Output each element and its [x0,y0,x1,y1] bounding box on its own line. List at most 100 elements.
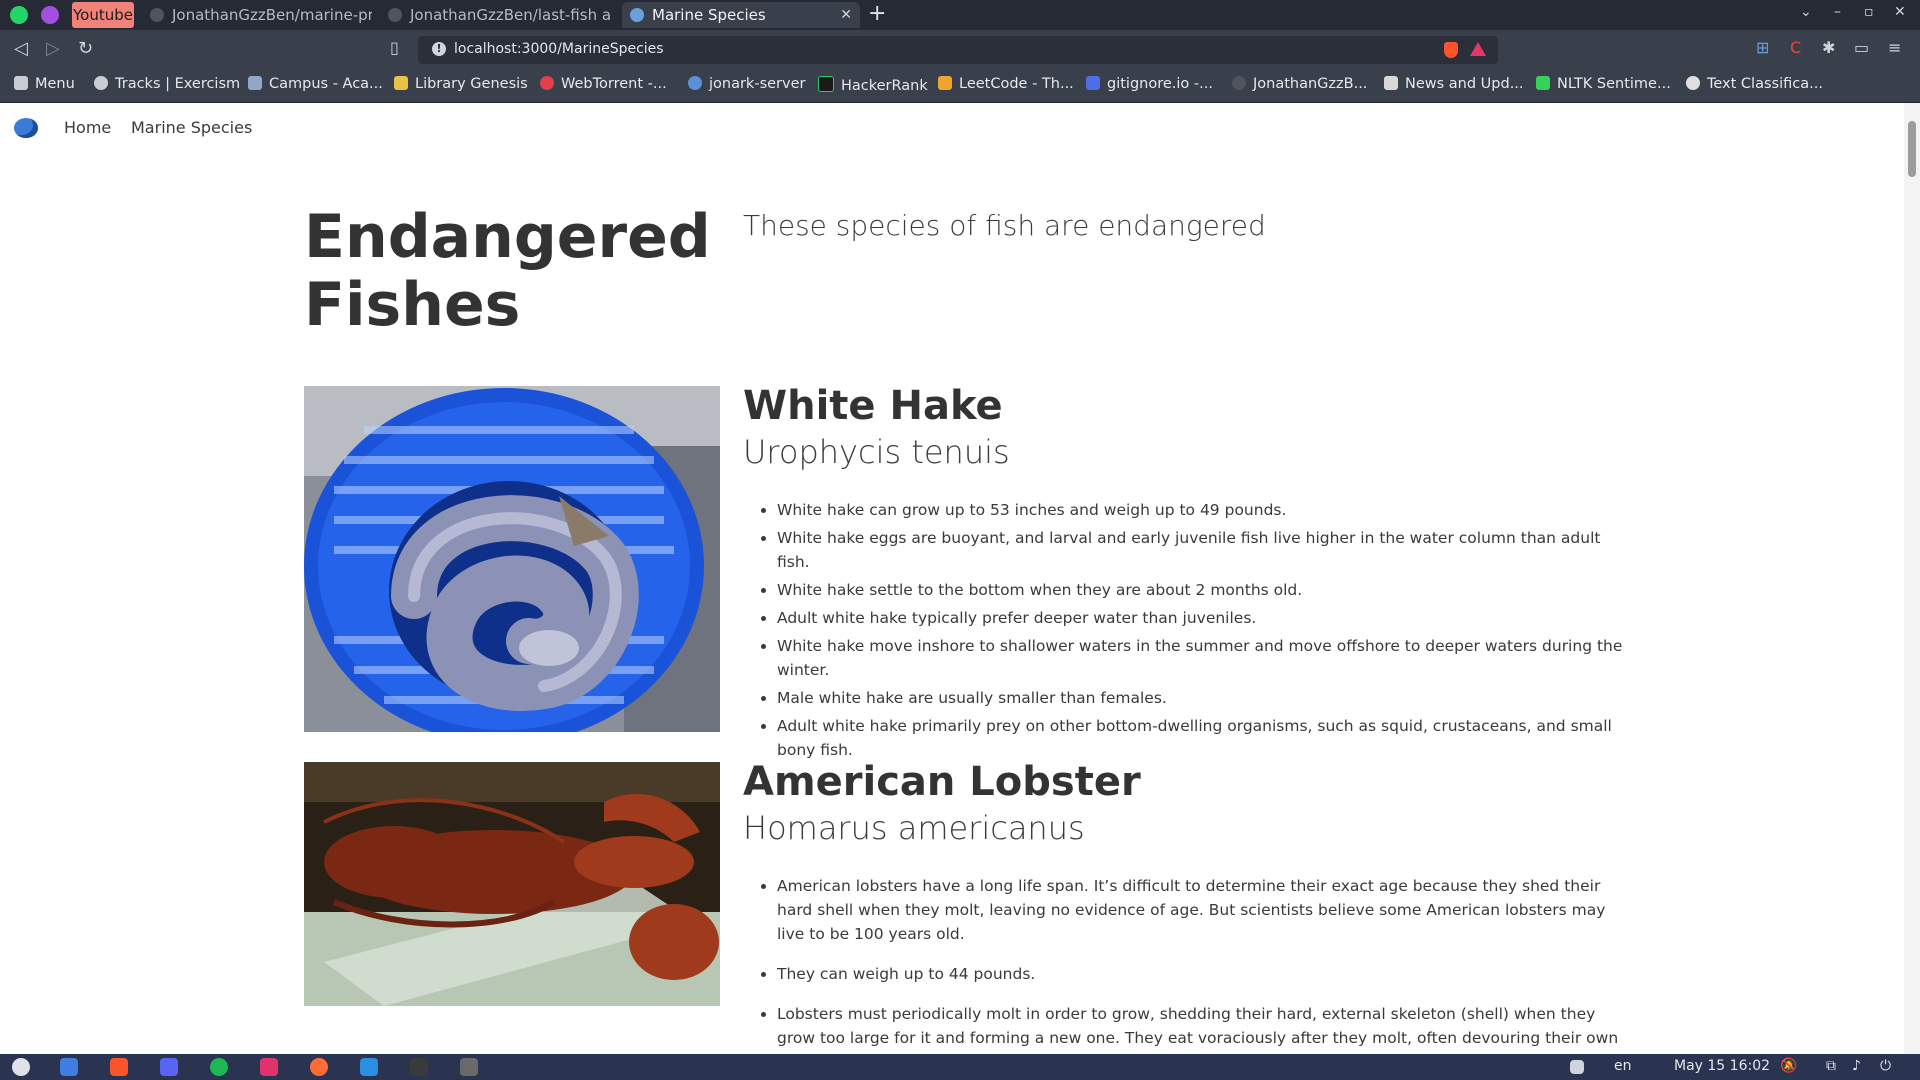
list-item: They can weigh up to 44 pounds. [777,962,1631,986]
page-content: Home Marine Species Endangered Fishes Th… [0,103,1904,1054]
url-text[interactable]: localhost:3000/MarineSpecies [454,41,664,57]
species-name: White Hake [743,383,1003,429]
bookmark-webtorrent[interactable]: WebTorrent -... [540,76,667,92]
list-item: White hake eggs are buoyant, and larval … [777,526,1631,574]
menu-icon[interactable]: ≡ [1888,38,1901,57]
files-icon[interactable] [60,1058,78,1076]
wallet-icon[interactable]: ▭ [1854,38,1869,57]
list-item: Adult white hake typically prefer deeper… [777,606,1631,630]
github-icon [1232,76,1246,90]
bookmark-label: JonathanGzzB... [1253,76,1368,92]
clock[interactable]: May 15 16:02 [1674,1058,1770,1074]
spotify-icon[interactable] [210,1058,228,1076]
close-tab-icon[interactable]: ✕ [840,2,852,28]
bookmark-text-classification[interactable]: Text Classifica... [1686,76,1823,92]
bookmarks-bar: Menu Tracks | Exercism Campus - Aca... L… [0,70,1920,103]
list-item: Male white hake are usually smaller than… [777,686,1631,710]
discord-icon[interactable] [160,1058,178,1076]
white-hake-image [304,386,720,732]
exercism-icon [94,76,108,90]
notifications-off-icon[interactable]: 🔕 [1780,1058,1797,1074]
forward-icon[interactable]: ▷ [46,38,60,59]
reload-icon[interactable]: ↻ [78,38,93,59]
close-window-button[interactable]: ✕ [1894,4,1906,20]
brave-shield-icon[interactable] [1444,42,1458,58]
brave-browser-icon[interactable] [110,1058,128,1076]
address-bar[interactable]: ! localhost:3000/MarineSpecies [418,36,1498,64]
site-info-icon[interactable]: ! [432,42,446,56]
rewards-icon[interactable] [1470,42,1486,56]
new-tab-button[interactable]: + [868,0,886,28]
bookmark-label: WebTorrent -... [561,76,667,92]
species-scientific-name: Urophycis tenuis [743,433,1010,471]
game-icon[interactable] [460,1058,478,1076]
bookmark-jonark-server[interactable]: jonark-server [688,76,805,92]
gitignore-icon [1086,76,1100,90]
leetcode-icon [938,76,952,90]
app-launcher-icon[interactable] [12,1058,30,1076]
back-icon[interactable]: ◁ [14,38,28,59]
translate-icon[interactable]: ⊞ [1756,38,1769,57]
bookmark-label: Campus - Aca... [269,76,383,92]
campus-icon [248,76,262,90]
bookmark-github[interactable]: JonathanGzzB... [1232,76,1367,92]
postman-icon[interactable] [310,1058,328,1076]
site-navbar: Home Marine Species [0,103,1904,153]
nav-home-link[interactable]: Home [64,118,111,137]
bookmark-label: gitignore.io -... [1107,76,1213,92]
keyboard-layout[interactable]: en [1614,1058,1632,1074]
navigation-bar: ◁ ▷ ↻ ▯ ! localhost:3000/MarineSpecies ⊞… [0,30,1920,70]
volume-icon[interactable]: ♪ [1852,1058,1861,1074]
extension-c-icon[interactable]: C [1790,38,1801,57]
bookmark-menu[interactable]: Menu [14,76,75,92]
site-favicon [630,8,644,22]
hackerrank-icon [818,76,834,92]
server-icon [688,76,702,90]
bookmark-label: LeetCode - Th... [959,76,1074,92]
fish-logo-icon[interactable] [14,118,38,138]
browser-chrome: Youtube JonathanGzzBen/marine-pres Jonat… [0,0,1920,103]
network-icon[interactable]: ⧉ [1826,1058,1836,1074]
tab-last-fish[interactable]: JonathanGzzBen/last-fish at d [388,2,610,28]
species-name: American Lobster [743,759,1141,805]
discord-tray-icon[interactable] [1570,1060,1584,1074]
os-taskbar: en May 15 16:02 🔕 ⧉ ♪ ⏻ [0,1054,1920,1080]
maximize-button[interactable]: ▫ [1864,4,1874,20]
bookmark-library-genesis[interactable]: Library Genesis [394,76,528,92]
tab-marine-species[interactable]: Marine Species ✕ [622,2,860,28]
list-item: Adult white hake primarily prey on other… [777,714,1631,762]
species-scientific-name: Homarus americanus [743,809,1085,847]
bookmark-icon[interactable]: ▯ [390,38,399,57]
list-item: White hake move inshore to shallower wat… [777,634,1631,682]
whatsapp-icon[interactable] [10,6,28,24]
tab-bar: Youtube JonathanGzzBen/marine-pres Jonat… [0,0,1920,30]
tab-marine-pres[interactable]: JonathanGzzBen/marine-pres [150,2,372,28]
github-icon [150,8,164,22]
tab-youtube[interactable]: Youtube [72,2,134,28]
tab-list-chevron-icon[interactable]: ⌄ [1800,4,1812,20]
power-icon[interactable]: ⏻ [1880,1058,1891,1074]
extensions-icon[interactable]: ✱ [1822,38,1835,57]
messenger-icon[interactable] [41,6,59,24]
minimize-button[interactable]: – [1834,4,1841,20]
bookmark-news[interactable]: News and Upd... [1384,76,1524,92]
intellij-icon[interactable] [260,1058,278,1076]
book-icon [394,76,408,90]
bookmark-label: HackerRank [841,78,928,94]
terminal-icon[interactable] [410,1058,428,1076]
tab-label: JonathanGzzBen/marine-pres [172,6,372,24]
bookmark-gitignore[interactable]: gitignore.io -... [1086,76,1213,92]
bookmark-hackerrank[interactable]: HackerRank [818,76,928,94]
vscode-icon[interactable] [360,1058,378,1076]
bookmark-leetcode[interactable]: LeetCode - Th... [938,76,1074,92]
list-item: American lobsters have a long life span.… [777,874,1631,946]
bookmark-label: jonark-server [709,76,806,92]
globe-icon [1686,76,1700,90]
nav-marine-species-link[interactable]: Marine Species [131,118,252,137]
bookmark-campus[interactable]: Campus - Aca... [248,76,383,92]
bookmark-exercism[interactable]: Tracks | Exercism [94,76,240,92]
page-scrollbar[interactable] [1904,103,1920,1054]
webtorrent-icon [540,76,554,90]
scrollbar-thumb[interactable] [1908,121,1916,177]
bookmark-nltk[interactable]: NLTK Sentime... [1536,76,1671,92]
